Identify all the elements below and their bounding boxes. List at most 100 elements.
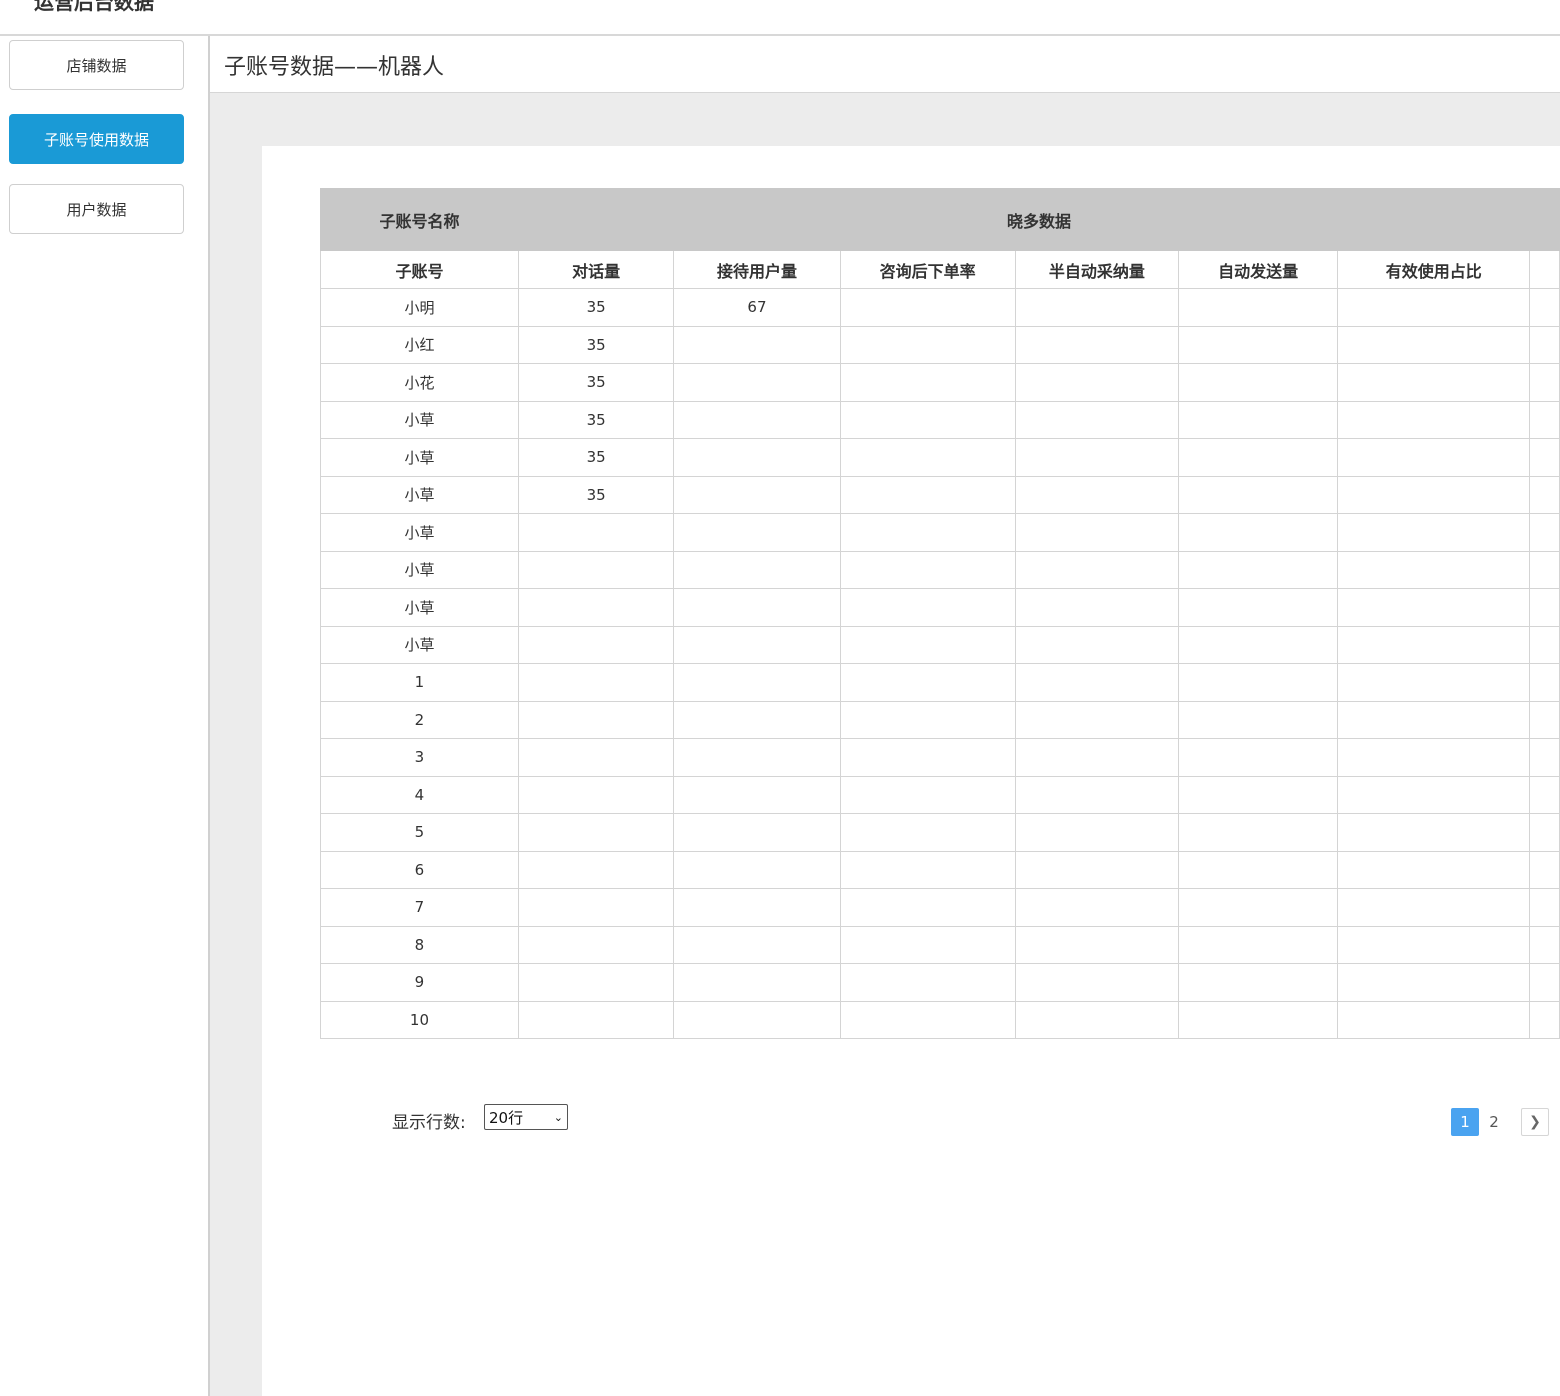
table-cell: 3 [320,738,519,777]
table-cell-overflow [1529,700,1560,739]
data-table: 子账号名称 晓多数据 子账号 对话量 接待用户量 咨询后下单率 半自动采纳量 自… [320,188,1560,1039]
table-cell [1178,288,1339,327]
table-cell [839,888,1016,927]
table-cell [1014,663,1180,702]
table-cell [1178,775,1339,814]
table-cell [673,775,841,814]
table-cell [1337,475,1531,514]
rows-per-page-value: 20行 [489,1108,524,1127]
page-button-1[interactable]: 1 [1451,1108,1479,1136]
table-cell [1178,400,1339,439]
table-cell [1014,925,1180,964]
table-cell [1337,850,1531,889]
table-cell [1014,588,1180,627]
column-header[interactable]: 咨询后下单率 [839,250,1016,289]
table-row: 5 [320,813,1560,852]
table-cell [673,325,841,364]
table-row: 小花 35 [320,363,1560,402]
table-cell [1014,288,1180,327]
table-row: 1 [320,663,1560,702]
table-cell [517,513,675,552]
table-row: 小草 35 [320,438,1560,477]
table-cell [517,850,675,889]
table-row: 8 [320,925,1560,964]
table-cell [1337,550,1531,589]
table-cell [1014,963,1180,1002]
table-cell [1178,475,1339,514]
table-cell [1337,888,1531,927]
table-cell [1014,738,1180,777]
table-cell [673,1000,841,1039]
table-row: 小草 [320,550,1560,589]
next-page-button[interactable]: ❯ [1521,1108,1549,1136]
table-row: 小草 [320,513,1560,552]
sidebar-item-subaccount-usage[interactable]: 子账号使用数据 [9,114,184,164]
table-cell [839,363,1016,402]
page-button-2[interactable]: 2 [1480,1108,1508,1136]
table-cell [1014,438,1180,477]
table-row: 7 [320,888,1560,927]
table-cell [839,925,1016,964]
table-cell [673,925,841,964]
table-cell [1337,1000,1531,1039]
table-row: 小草 [320,625,1560,664]
table-cell: 8 [320,925,519,964]
table-cell-overflow [1529,813,1560,852]
table-cell-overflow [1529,850,1560,889]
table-cell [673,513,841,552]
table-cell [517,963,675,1002]
app-title: 运营后台数据 [34,0,154,14]
table-cell-overflow [1529,550,1560,589]
table-cell: 小红 [320,325,519,364]
table-cell [673,588,841,627]
table-cell [1178,325,1339,364]
table-row: 3 [320,738,1560,777]
table-cell [1178,925,1339,964]
table-cell-overflow [1529,888,1560,927]
table-cell [517,550,675,589]
chevron-right-icon: ❯ [1529,1114,1541,1130]
table-cell: 35 [517,475,675,514]
table-cell [517,775,675,814]
column-header-overflow [1529,250,1560,289]
sidebar-item-label: 子账号使用数据 [43,130,149,149]
table-cell [1014,475,1180,514]
table-cell: 35 [517,288,675,327]
column-header[interactable]: 对话量 [517,250,675,289]
table-cell [1014,700,1180,739]
table-cell: 小草 [320,475,519,514]
column-header[interactable]: 半自动采纳量 [1014,250,1180,289]
table-cell [673,400,841,439]
chevron-down-icon: ⌄ [553,1110,563,1124]
table-cell: 35 [517,325,675,364]
page-header: 子账号数据——机器人 [210,36,1560,93]
table-cell: 4 [320,775,519,814]
table-cell [1014,775,1180,814]
table-cell [1337,775,1531,814]
column-header[interactable]: 子账号 [320,250,519,289]
table-cell: 小草 [320,625,519,664]
table-cell [1014,625,1180,664]
table-cell-overflow [1529,400,1560,439]
rows-per-page-select[interactable]: 20行 ⌄ [484,1104,568,1130]
table-cell-overflow [1529,738,1560,777]
table-row: 6 [320,850,1560,889]
table-cell [1337,700,1531,739]
sidebar-item-user-data[interactable]: 用户数据 [9,184,184,234]
column-header[interactable]: 自动发送量 [1178,250,1339,289]
sidebar-item-store-data[interactable]: 店铺数据 [9,40,184,90]
table-cell [1337,588,1531,627]
table-cell: 小草 [320,588,519,627]
table-cell [1178,700,1339,739]
table-cell: 6 [320,850,519,889]
column-header[interactable]: 有效使用占比 [1337,250,1531,289]
group-header-xiaoduo-data: 晓多数据 [517,188,1560,251]
table-cell: 10 [320,1000,519,1039]
table-cell: 7 [320,888,519,927]
column-header[interactable]: 接待用户量 [673,250,841,289]
top-bar: 运营后台数据 [0,0,1560,36]
table-cell [839,963,1016,1002]
table-cell [1337,925,1531,964]
table-cell [673,475,841,514]
table-cell [839,513,1016,552]
